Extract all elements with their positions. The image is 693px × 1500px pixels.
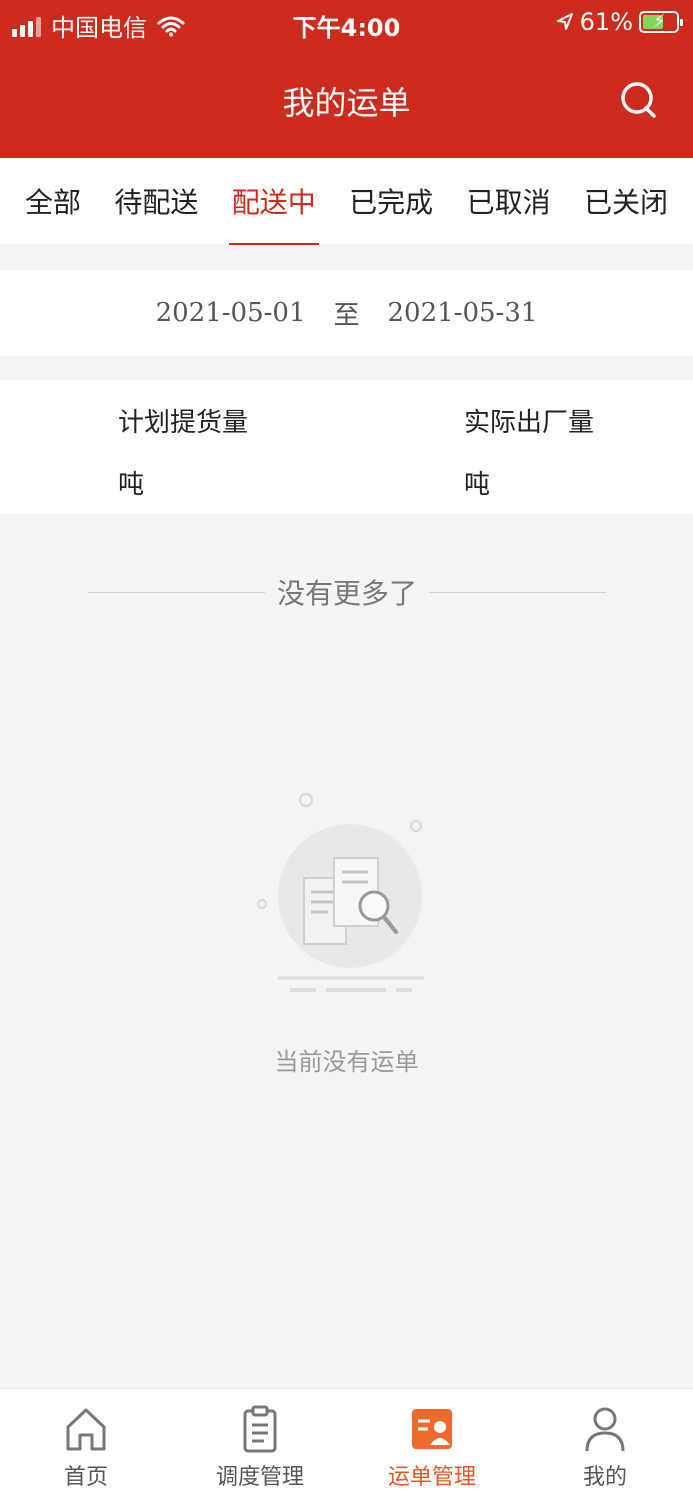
user-icon — [585, 1407, 625, 1452]
date-separator: 至 — [333, 300, 360, 331]
nav-dispatch-label: 调度管理 — [215, 1465, 304, 1490]
location-arrow-icon — [556, 13, 573, 30]
clipboard-icon — [243, 1405, 277, 1453]
app-header: 中国电信 下午4:00 61% ⚡ 我的运单 — [0, 0, 693, 158]
actual-quantity-label: 实际出厂量 — [464, 408, 595, 438]
actual-quantity: 实际出厂量 吨 — [464, 402, 594, 501]
empty-state-text: 当前没有运单 — [274, 1048, 419, 1076]
tab-all[interactable]: 全部 — [25, 181, 81, 245]
date-range-picker: 2021-05-01 至 2021-05-31 — [0, 270, 693, 356]
nav-waybill-label: 运单管理 — [387, 1465, 476, 1490]
planned-quantity-unit: 吨 — [118, 470, 145, 500]
actual-quantity-unit: 吨 — [464, 470, 491, 500]
tab-cancelled[interactable]: 已取消 — [467, 181, 551, 245]
status-bar: 中国电信 下午4:00 61% ⚡ — [0, 0, 693, 50]
empty-documents-icon — [257, 793, 424, 992]
status-tabs: 全部 待配送 配送中 已完成 已取消 已关闭 — [0, 158, 693, 245]
battery-percent: 61% — [579, 8, 633, 36]
start-date[interactable]: 2021-05-01 — [156, 298, 306, 328]
end-date[interactable]: 2021-05-31 — [388, 298, 538, 328]
page-title: 我的运单 — [282, 84, 411, 122]
home-icon — [66, 1408, 106, 1451]
tab-closed[interactable]: 已关闭 — [584, 181, 668, 245]
no-more-text: 没有更多了 — [277, 577, 418, 610]
nav-mine[interactable]: 我的 — [545, 1405, 665, 1491]
tab-completed[interactable]: 已完成 — [349, 181, 433, 245]
search-icon[interactable] — [619, 80, 659, 120]
nav-home[interactable]: 首页 — [26, 1405, 146, 1491]
quantity-summary: 计划提货量 吨 实际出厂量 吨 — [0, 380, 693, 514]
tab-delivering[interactable]: 配送中 — [228, 181, 319, 245]
nav-dispatch[interactable]: 调度管理 — [200, 1405, 320, 1491]
waybill-icon — [412, 1409, 452, 1449]
battery-icon: ⚡ — [639, 11, 683, 33]
tab-pending[interactable]: 待配送 — [114, 181, 198, 245]
no-more-divider: 没有更多了 — [88, 572, 607, 612]
planned-quantity: 计划提货量 吨 — [118, 402, 248, 501]
nav-mine-label: 我的 — [582, 1465, 627, 1490]
bottom-nav: 首页 调度管理 运单管理 我的 — [0, 1388, 693, 1500]
nav-waybill[interactable]: 运单管理 — [372, 1405, 492, 1491]
nav-home-label: 首页 — [63, 1465, 108, 1490]
planned-quantity-label: 计划提货量 — [118, 408, 249, 438]
